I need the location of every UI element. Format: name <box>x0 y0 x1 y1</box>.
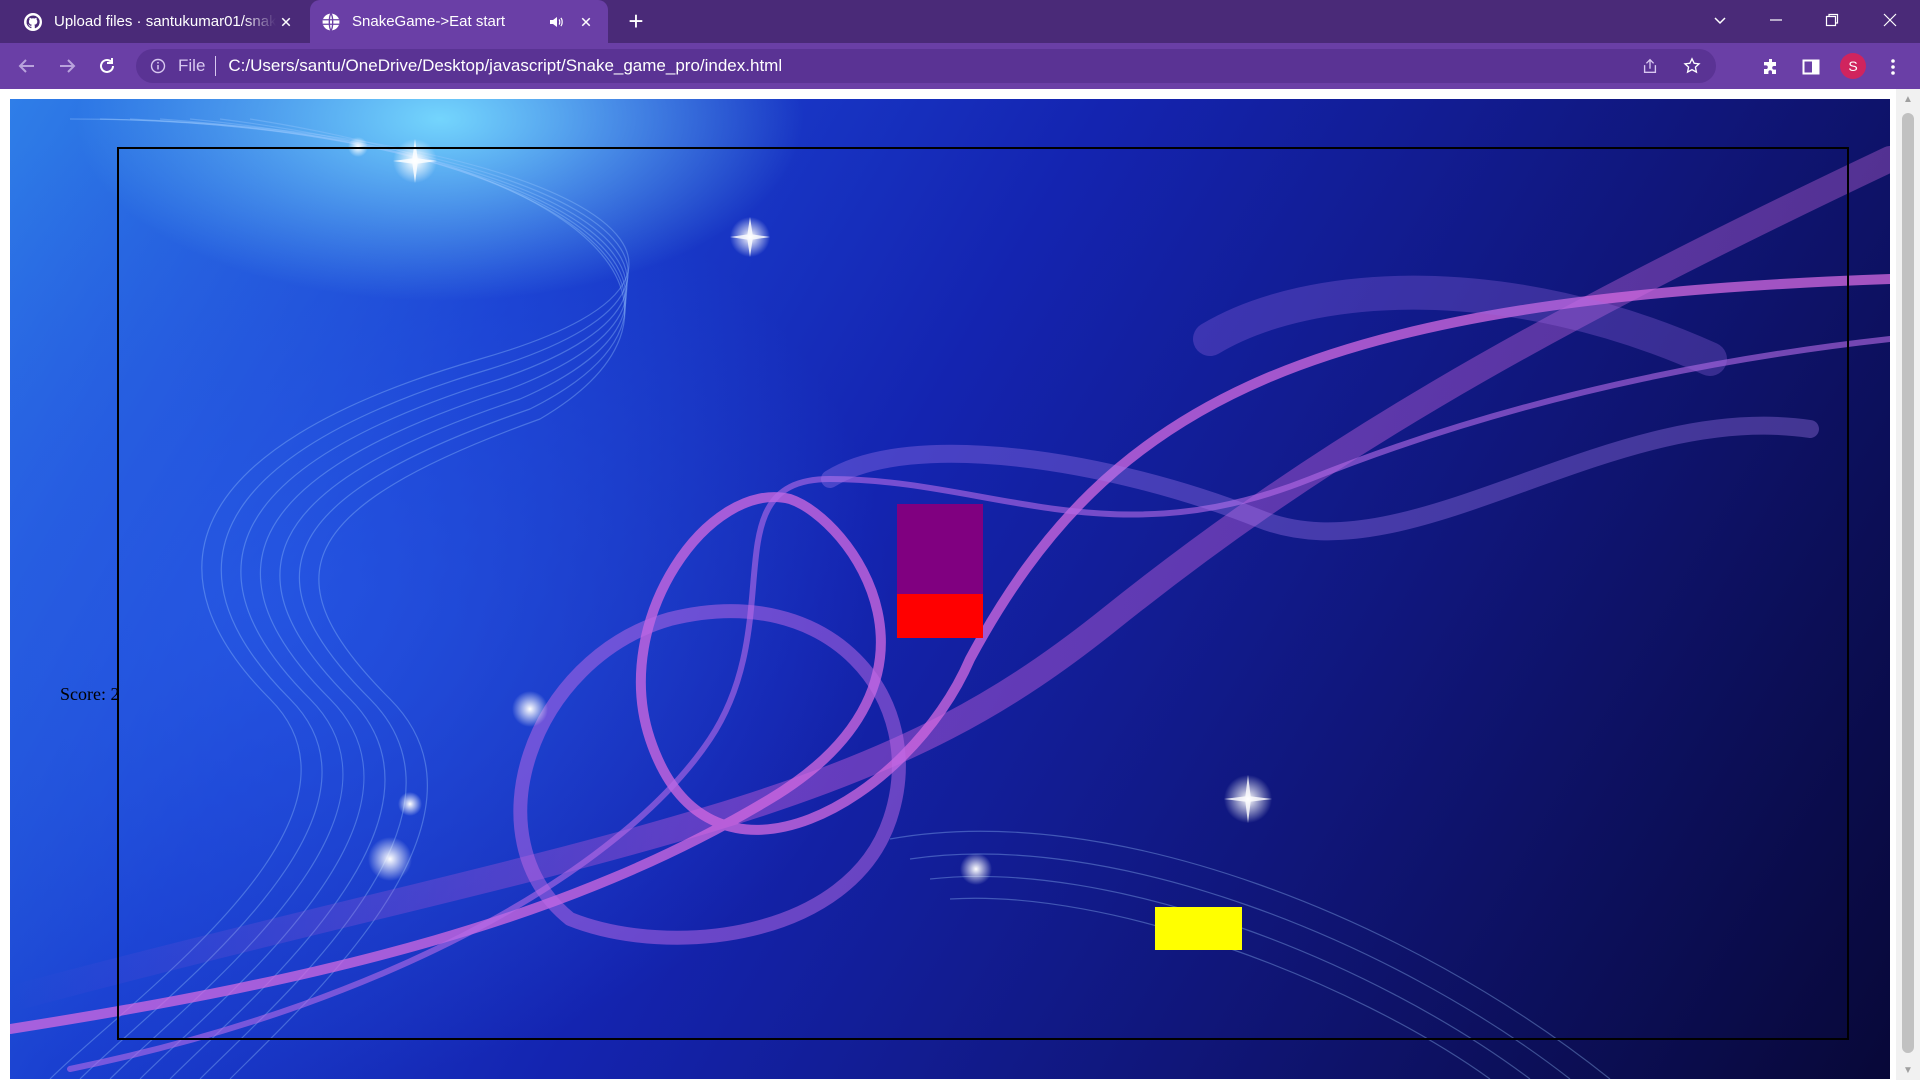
tab-upload-files[interactable]: Upload files · santukumar01/snak <box>12 0 308 43</box>
browser-toolbar: File C:/Users/santu/OneDrive/Desktop/jav… <box>0 43 1920 89</box>
snake-body-segment <box>897 504 983 549</box>
github-icon <box>24 12 42 31</box>
close-tab-icon[interactable] <box>576 12 596 32</box>
info-icon[interactable] <box>150 57 168 75</box>
food-item <box>1155 907 1242 950</box>
address-separator <box>215 56 217 76</box>
scroll-up-arrow-icon[interactable]: ▲ <box>1896 89 1920 109</box>
profile-avatar[interactable]: S <box>1840 53 1866 79</box>
close-tab-icon[interactable] <box>276 12 296 32</box>
forward-arrow-icon[interactable] <box>52 51 82 81</box>
url-text[interactable]: C:/Users/santu/OneDrive/Desktop/javascri… <box>228 56 782 76</box>
tab-title: SnakeGame->Eat start <box>352 13 505 30</box>
reload-icon[interactable] <box>92 51 122 81</box>
game-board <box>117 147 1849 1040</box>
url-scheme-label: File <box>178 56 206 75</box>
close-window-icon[interactable] <box>1866 0 1914 40</box>
scroll-down-arrow-icon[interactable]: ▼ <box>1896 1060 1920 1080</box>
side-panel-icon[interactable] <box>1800 56 1822 78</box>
snake-body-segment <box>897 549 983 594</box>
tab-snake-game[interactable]: SnakeGame->Eat start <box>310 0 608 43</box>
address-bar[interactable]: File C:/Users/santu/OneDrive/Desktop/jav… <box>136 49 1716 83</box>
score-text: Score: 2 <box>60 684 120 704</box>
globe-icon <box>322 12 340 31</box>
tab-strip: Upload files · santukumar01/snak SnakeGa… <box>0 0 1920 43</box>
vertical-scrollbar[interactable]: ▲ ▼ <box>1896 89 1920 1080</box>
page-viewport: Score: 2 <box>0 89 1920 1080</box>
tab-search-icon[interactable] <box>1696 0 1744 40</box>
share-icon[interactable] <box>1640 56 1660 76</box>
bookmark-star-icon[interactable] <box>1682 56 1702 76</box>
restore-icon[interactable] <box>1808 0 1856 40</box>
back-arrow-icon[interactable] <box>12 51 42 81</box>
speaker-icon[interactable] <box>548 13 566 31</box>
new-tab-button[interactable]: + <box>622 8 650 36</box>
extensions-icon[interactable] <box>1760 56 1782 78</box>
minimize-icon[interactable] <box>1752 0 1800 40</box>
menu-kebab-icon[interactable] <box>1882 56 1904 78</box>
scroll-thumb[interactable] <box>1902 113 1914 1053</box>
snake-head <box>897 594 983 638</box>
tab-title: Upload files · santukumar01/snak <box>54 13 277 30</box>
